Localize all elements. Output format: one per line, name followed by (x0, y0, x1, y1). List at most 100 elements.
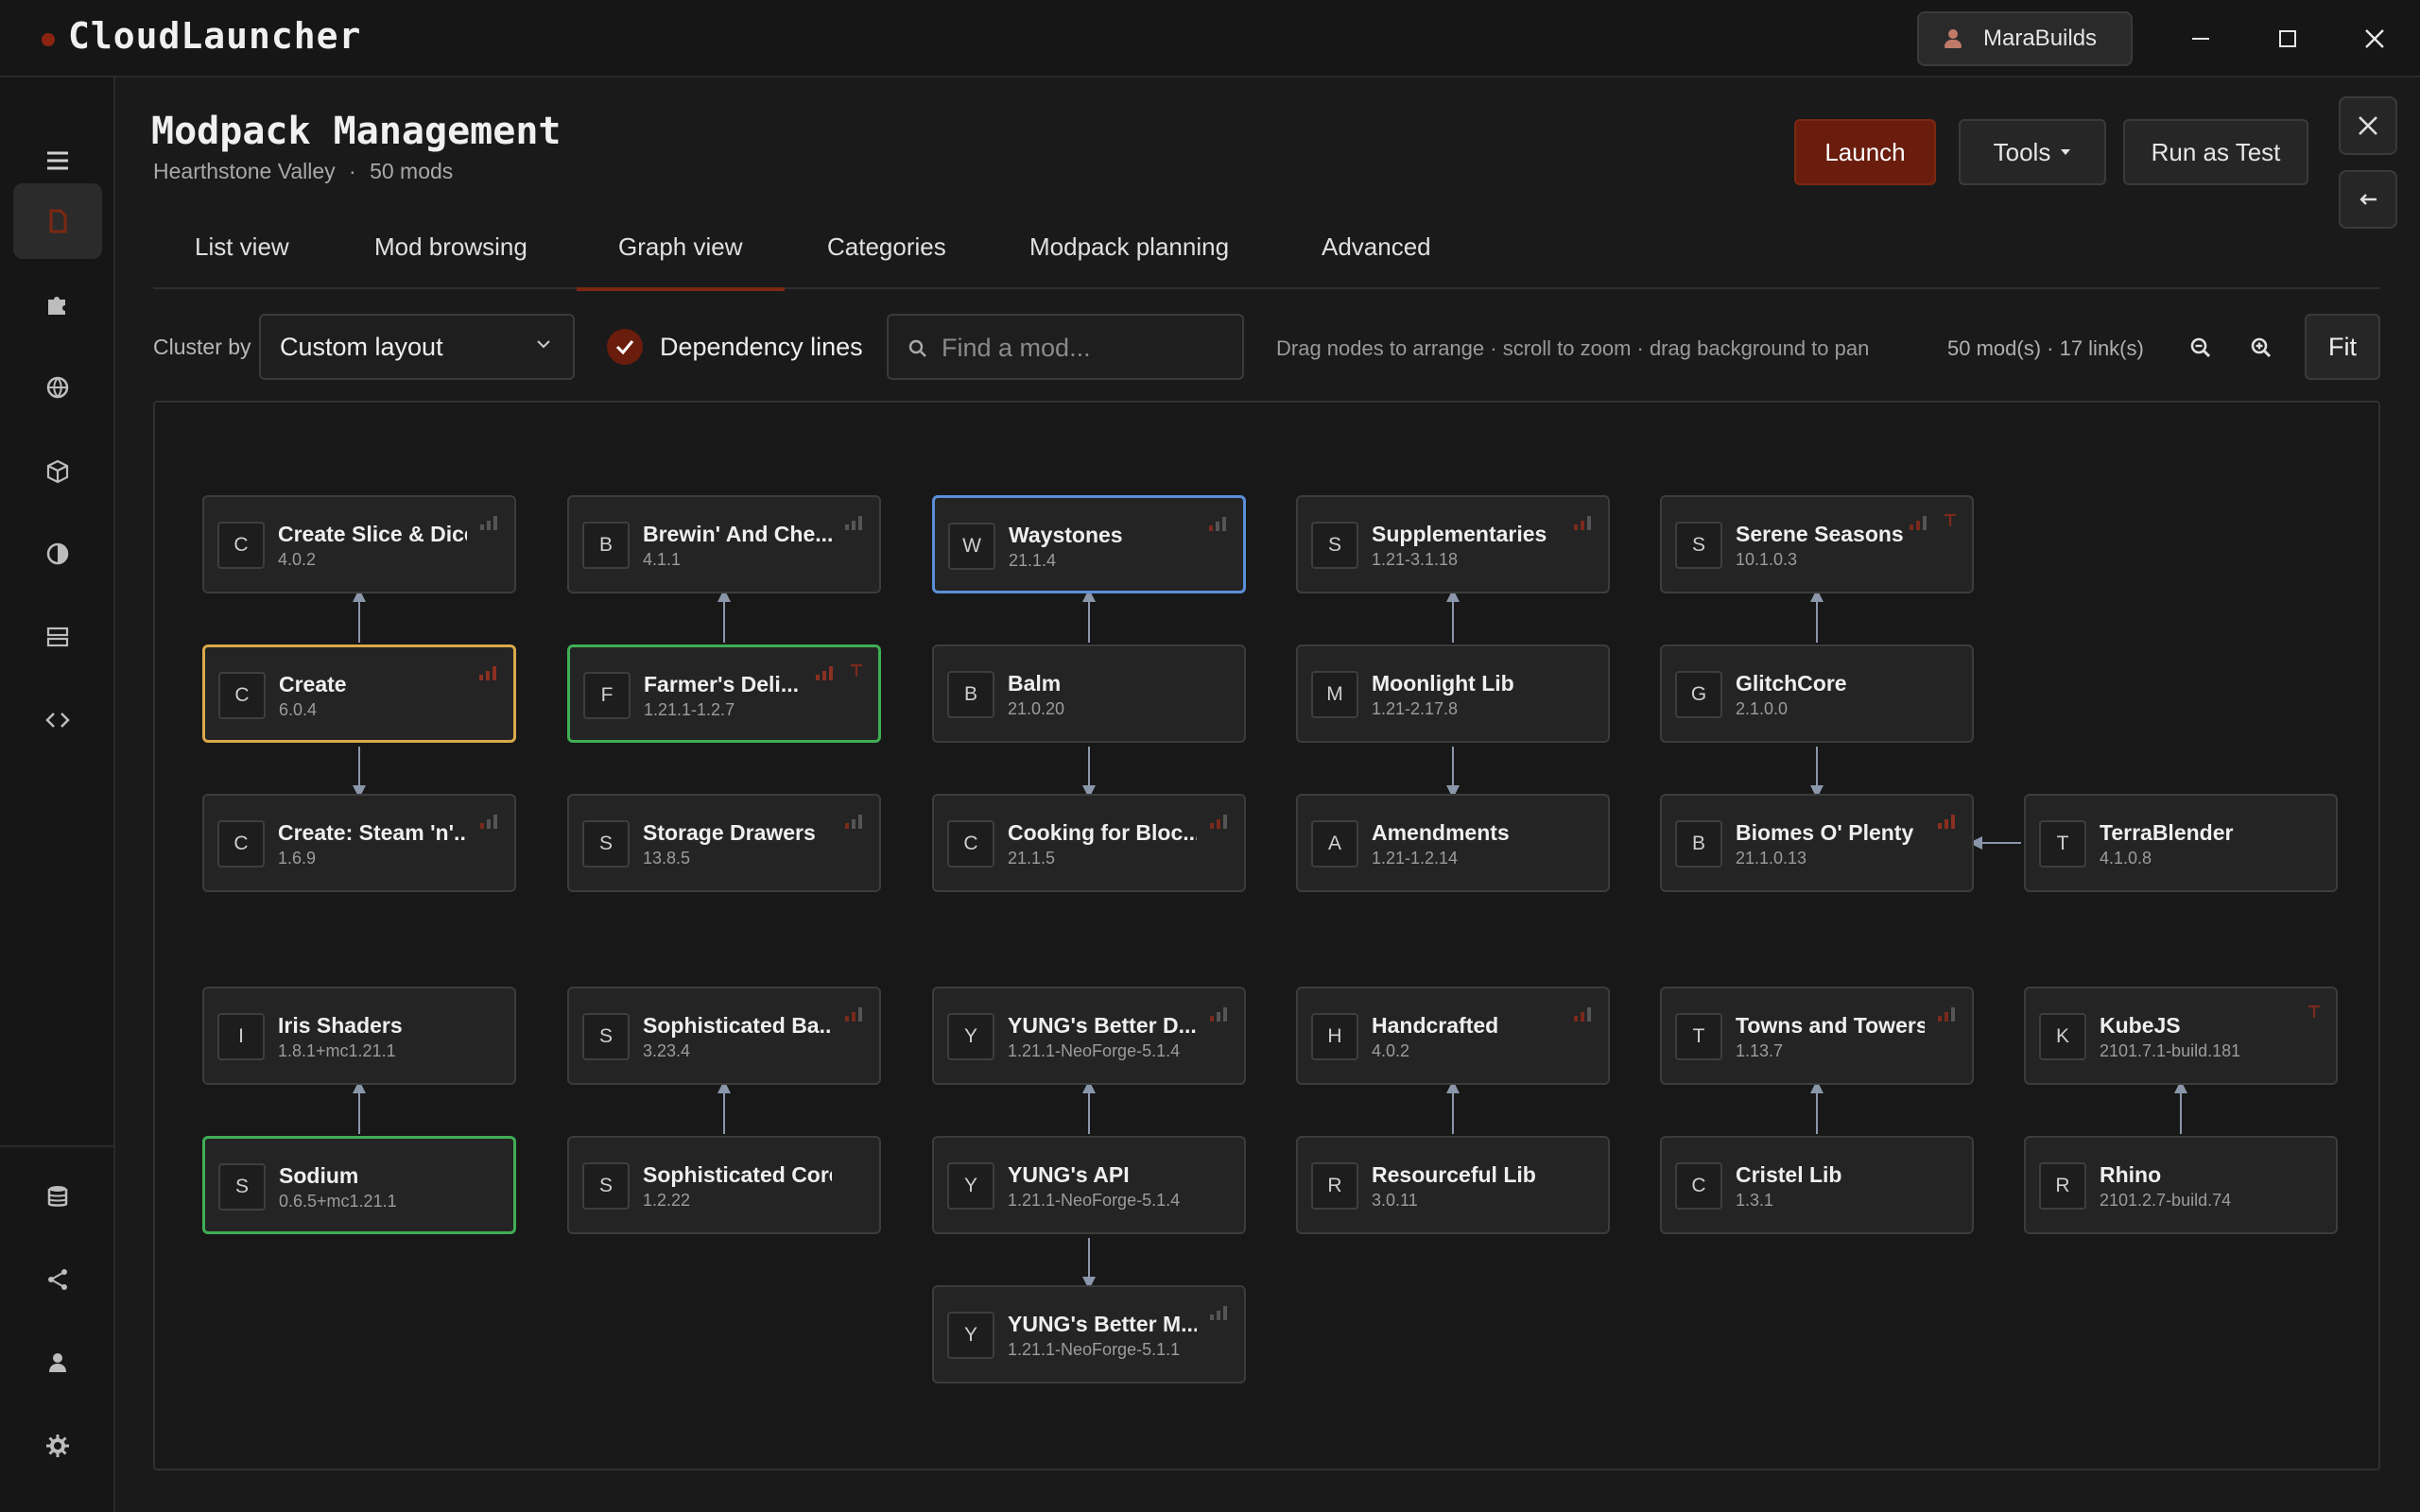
mod-name: Farmer's Deli... (644, 672, 799, 696)
database-icon (47, 1186, 68, 1207)
mod-node-storage-drawers[interactable]: S Storage Drawers 13.8.5 (567, 794, 881, 892)
mod-version: 1.21-3.1.18 (1372, 550, 1459, 569)
run-as-test-button[interactable]: Run as Test (2123, 119, 2308, 185)
zoom-out-icon[interactable] (2184, 331, 2218, 365)
search-input[interactable] (942, 329, 1225, 367)
sidebar-item-mods[interactable] (13, 266, 102, 342)
graph-canvas[interactable]: C Create Slice & Dice 4.0.2 B Brewin' An… (153, 401, 2380, 1470)
search-box (887, 314, 1244, 380)
tab-categories[interactable]: Categories (827, 232, 946, 289)
mod-node-amendments[interactable]: A Amendments 1.21-1.2.14 (1296, 794, 1610, 892)
mod-node-kubejs[interactable]: K KubeJS 2101.7.1-build.181 (2024, 987, 2338, 1085)
mod-initial: I (217, 1013, 265, 1060)
mod-initial: R (1311, 1162, 1358, 1210)
cluster-select[interactable]: Custom layout (259, 314, 575, 380)
mod-version: 21.1.0.13 (1736, 849, 1807, 868)
sidebar-item-servers[interactable] (13, 599, 102, 675)
maximize-icon[interactable] (2261, 13, 2314, 64)
mod-node-resourceful-lib[interactable]: R Resourceful Lib 3.0.11 (1296, 1136, 1610, 1234)
signal-icon (1210, 1007, 1227, 1022)
mod-node-sophisticated-core[interactable]: S Sophisticated Core 1.2.22 (567, 1136, 881, 1234)
mod-node-yungs-api[interactable]: Y YUNG's API 1.21.1-NeoForge-5.1.4 (932, 1136, 1246, 1234)
launch-button[interactable]: Launch (1794, 119, 1936, 185)
sidebar-item-account[interactable] (13, 1325, 102, 1400)
share-icon (48, 1269, 67, 1290)
minimize-icon[interactable] (2174, 13, 2227, 64)
mod-initial: T (1675, 1013, 1722, 1060)
sidebar-item-share[interactable] (13, 1242, 102, 1317)
mod-name: YUNG's Better M... (1008, 1312, 1197, 1336)
tab-mod-browsing[interactable]: Mod browsing (374, 232, 527, 289)
mod-node-towns-and-towers[interactable]: T Towns and Towers 1.13.7 (1660, 987, 1974, 1085)
tab-modpack-planning[interactable]: Modpack planning (1029, 232, 1229, 289)
gear-icon (46, 1435, 69, 1457)
user-account-button[interactable]: MaraBuilds (1917, 11, 2133, 66)
mod-version: 4.1.0.8 (2100, 849, 2152, 868)
zoom-in-icon[interactable] (2244, 331, 2278, 365)
server-icon (46, 627, 69, 647)
mod-node-cooking-for-blockheads[interactable]: C Cooking for Bloc... 21.1.5 (932, 794, 1246, 892)
fit-button[interactable]: Fit (2305, 314, 2380, 380)
mod-initial: B (947, 671, 994, 718)
mod-name: Create: Steam 'n'... (278, 820, 467, 845)
mod-node-terrablender[interactable]: T TerraBlender 4.1.0.8 (2024, 794, 2338, 892)
mod-node-waystones[interactable]: W Waystones 21.1.4 (932, 495, 1246, 593)
signal-icon (1209, 517, 1226, 531)
mod-node-serene-seasons[interactable]: S Serene Seasons 10.1.0.3 (1660, 495, 1974, 593)
mod-initial: S (218, 1163, 266, 1211)
check-icon (615, 340, 634, 355)
close-panel-icon[interactable] (2339, 96, 2397, 155)
mod-node-cristel-lib[interactable]: C Cristel Lib 1.3.1 (1660, 1136, 1974, 1234)
mod-node-handcrafted[interactable]: H Handcrafted 4.0.2 (1296, 987, 1610, 1085)
box-icon (46, 459, 69, 484)
caret-down-icon (2061, 149, 2071, 155)
mod-name: Biomes O' Plenty (1736, 820, 1914, 845)
sidebar-item-browse[interactable] (13, 350, 102, 425)
mod-node-brewin[interactable]: B Brewin' And Che... 4.1.1 (567, 495, 881, 593)
mod-name: Balm (1008, 671, 1062, 696)
close-window-icon[interactable] (2348, 13, 2401, 64)
mod-name: Sophisticated Core (643, 1162, 832, 1187)
tab-list-view[interactable]: List view (195, 232, 289, 289)
dependency-lines-checkbox[interactable] (607, 329, 643, 365)
tab-graph-view[interactable]: Graph view (577, 232, 784, 291)
mod-version: 4.0.2 (278, 550, 317, 569)
mod-node-supplementaries[interactable]: S Supplementaries 1.21-3.1.18 (1296, 495, 1610, 593)
mod-node-sodium[interactable]: S Sodium 0.6.5+mc1.21.1 (202, 1136, 516, 1234)
sidebar-item-storage[interactable] (13, 1159, 102, 1234)
signal-icon (816, 666, 833, 680)
mod-node-iris-shaders[interactable]: I Iris Shaders 1.8.1+mc1.21.1 (202, 987, 516, 1085)
mod-node-create-steam-n-rails[interactable]: C Create: Steam 'n'... 1.6.9 (202, 794, 516, 892)
sidebar-item-modpacks[interactable] (13, 183, 102, 259)
mod-node-biomes-o-plenty[interactable]: B Biomes O' Plenty 21.1.0.13 (1660, 794, 1974, 892)
mod-node-moonlight-lib[interactable]: M Moonlight Lib 1.21-2.17.8 (1296, 644, 1610, 743)
mod-name: Create Slice & Dice (278, 522, 467, 546)
mod-node-rhino[interactable]: R Rhino 2101.2.7-build.74 (2024, 1136, 2338, 1234)
sidebar (0, 77, 115, 1512)
mod-node-create-slice-dice[interactable]: C Create Slice & Dice 4.0.2 (202, 495, 516, 593)
tools-button[interactable]: Tools (1959, 119, 2106, 185)
mod-initial: S (582, 1162, 630, 1210)
mod-link-counts: 50 mod(s) · 17 link(s) (1947, 336, 2144, 360)
mod-node-create[interactable]: C Create 6.0.4 (202, 644, 516, 743)
tab-advanced[interactable]: Advanced (1322, 232, 1431, 289)
mod-node-balm[interactable]: B Balm 21.0.20 (932, 644, 1246, 743)
mod-name: GlitchCore (1736, 671, 1847, 696)
mod-version: 21.1.4 (1009, 551, 1057, 570)
back-arrow-icon[interactable] (2339, 170, 2397, 229)
mod-name: YUNG's API (1008, 1162, 1130, 1187)
sidebar-item-themes[interactable] (13, 516, 102, 592)
mod-node-farmers-delight[interactable]: F Farmer's Deli... 1.21.1-1.2.7 (567, 644, 881, 743)
sidebar-item-dev[interactable] (13, 682, 102, 758)
mod-node-sophisticated-backpacks[interactable]: S Sophisticated Ba... 3.23.4 (567, 987, 881, 1085)
mod-name: Serene Seasons (1736, 522, 1904, 546)
mod-node-glitchcore[interactable]: G GlitchCore 2.1.0.0 (1660, 644, 1974, 743)
mod-initial: K (2039, 1013, 2086, 1060)
mod-version: 1.2.22 (643, 1191, 691, 1210)
mod-initial: C (218, 672, 266, 719)
sidebar-item-packages[interactable] (13, 433, 102, 508)
signal-icon (845, 815, 862, 829)
sidebar-item-settings[interactable] (13, 1408, 102, 1484)
mod-node-yungs-better-dungeons[interactable]: Y YUNG's Better D... 1.21.1-NeoForge-5.1… (932, 987, 1246, 1085)
mod-node-yungs-better-mineshafts[interactable]: Y YUNG's Better M... 1.21.1-NeoForge-5.1… (932, 1285, 1246, 1383)
